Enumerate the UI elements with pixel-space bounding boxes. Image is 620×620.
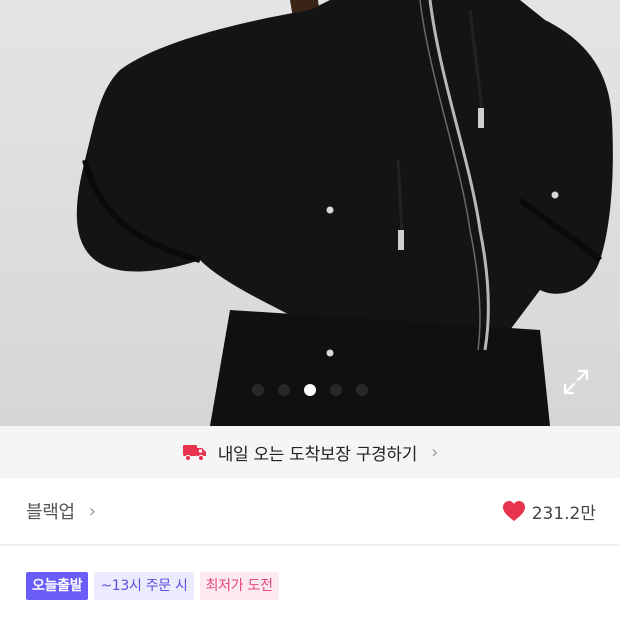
today-shipping-badge: 오늘출발 xyxy=(26,572,89,600)
product-photo xyxy=(76,0,613,426)
like-button[interactable]: 231.2만 xyxy=(502,499,596,524)
product-title-partial xyxy=(26,610,596,620)
heart-icon xyxy=(502,501,525,521)
carousel-dot[interactable] xyxy=(330,384,342,396)
chevron-right-icon[interactable]: › xyxy=(89,501,96,522)
truck-icon xyxy=(182,445,206,462)
delivery-banner-text: 내일 오는 도착보장 구경하기 xyxy=(217,444,418,465)
delivery-guarantee-banner[interactable]: 내일 오는 도착보장 구경하기 › xyxy=(0,426,620,478)
carousel-dot-active[interactable] xyxy=(304,384,316,396)
order-cutoff-badge: ~13시 주문 시 xyxy=(94,572,194,600)
brand-row: 블랙업 › 231.2만 xyxy=(0,478,620,544)
chevron-right-icon: › xyxy=(431,441,439,463)
brand-name-link[interactable]: 블랙업 xyxy=(26,498,75,524)
carousel-indicator[interactable] xyxy=(0,384,620,398)
carousel-dot[interactable] xyxy=(356,384,368,396)
carousel-dot[interactable] xyxy=(278,384,290,396)
carousel-dot[interactable] xyxy=(252,384,264,396)
section-divider xyxy=(0,544,620,546)
like-count: 231.2만 xyxy=(531,503,596,524)
lowest-price-badge: 최저가 도전 xyxy=(199,572,279,600)
fullscreen-expand-icon[interactable] xyxy=(562,368,590,396)
badge-row: 오늘출발 ~13시 주문 시 최저가 도전 xyxy=(26,572,279,600)
product-image[interactable] xyxy=(0,0,620,426)
